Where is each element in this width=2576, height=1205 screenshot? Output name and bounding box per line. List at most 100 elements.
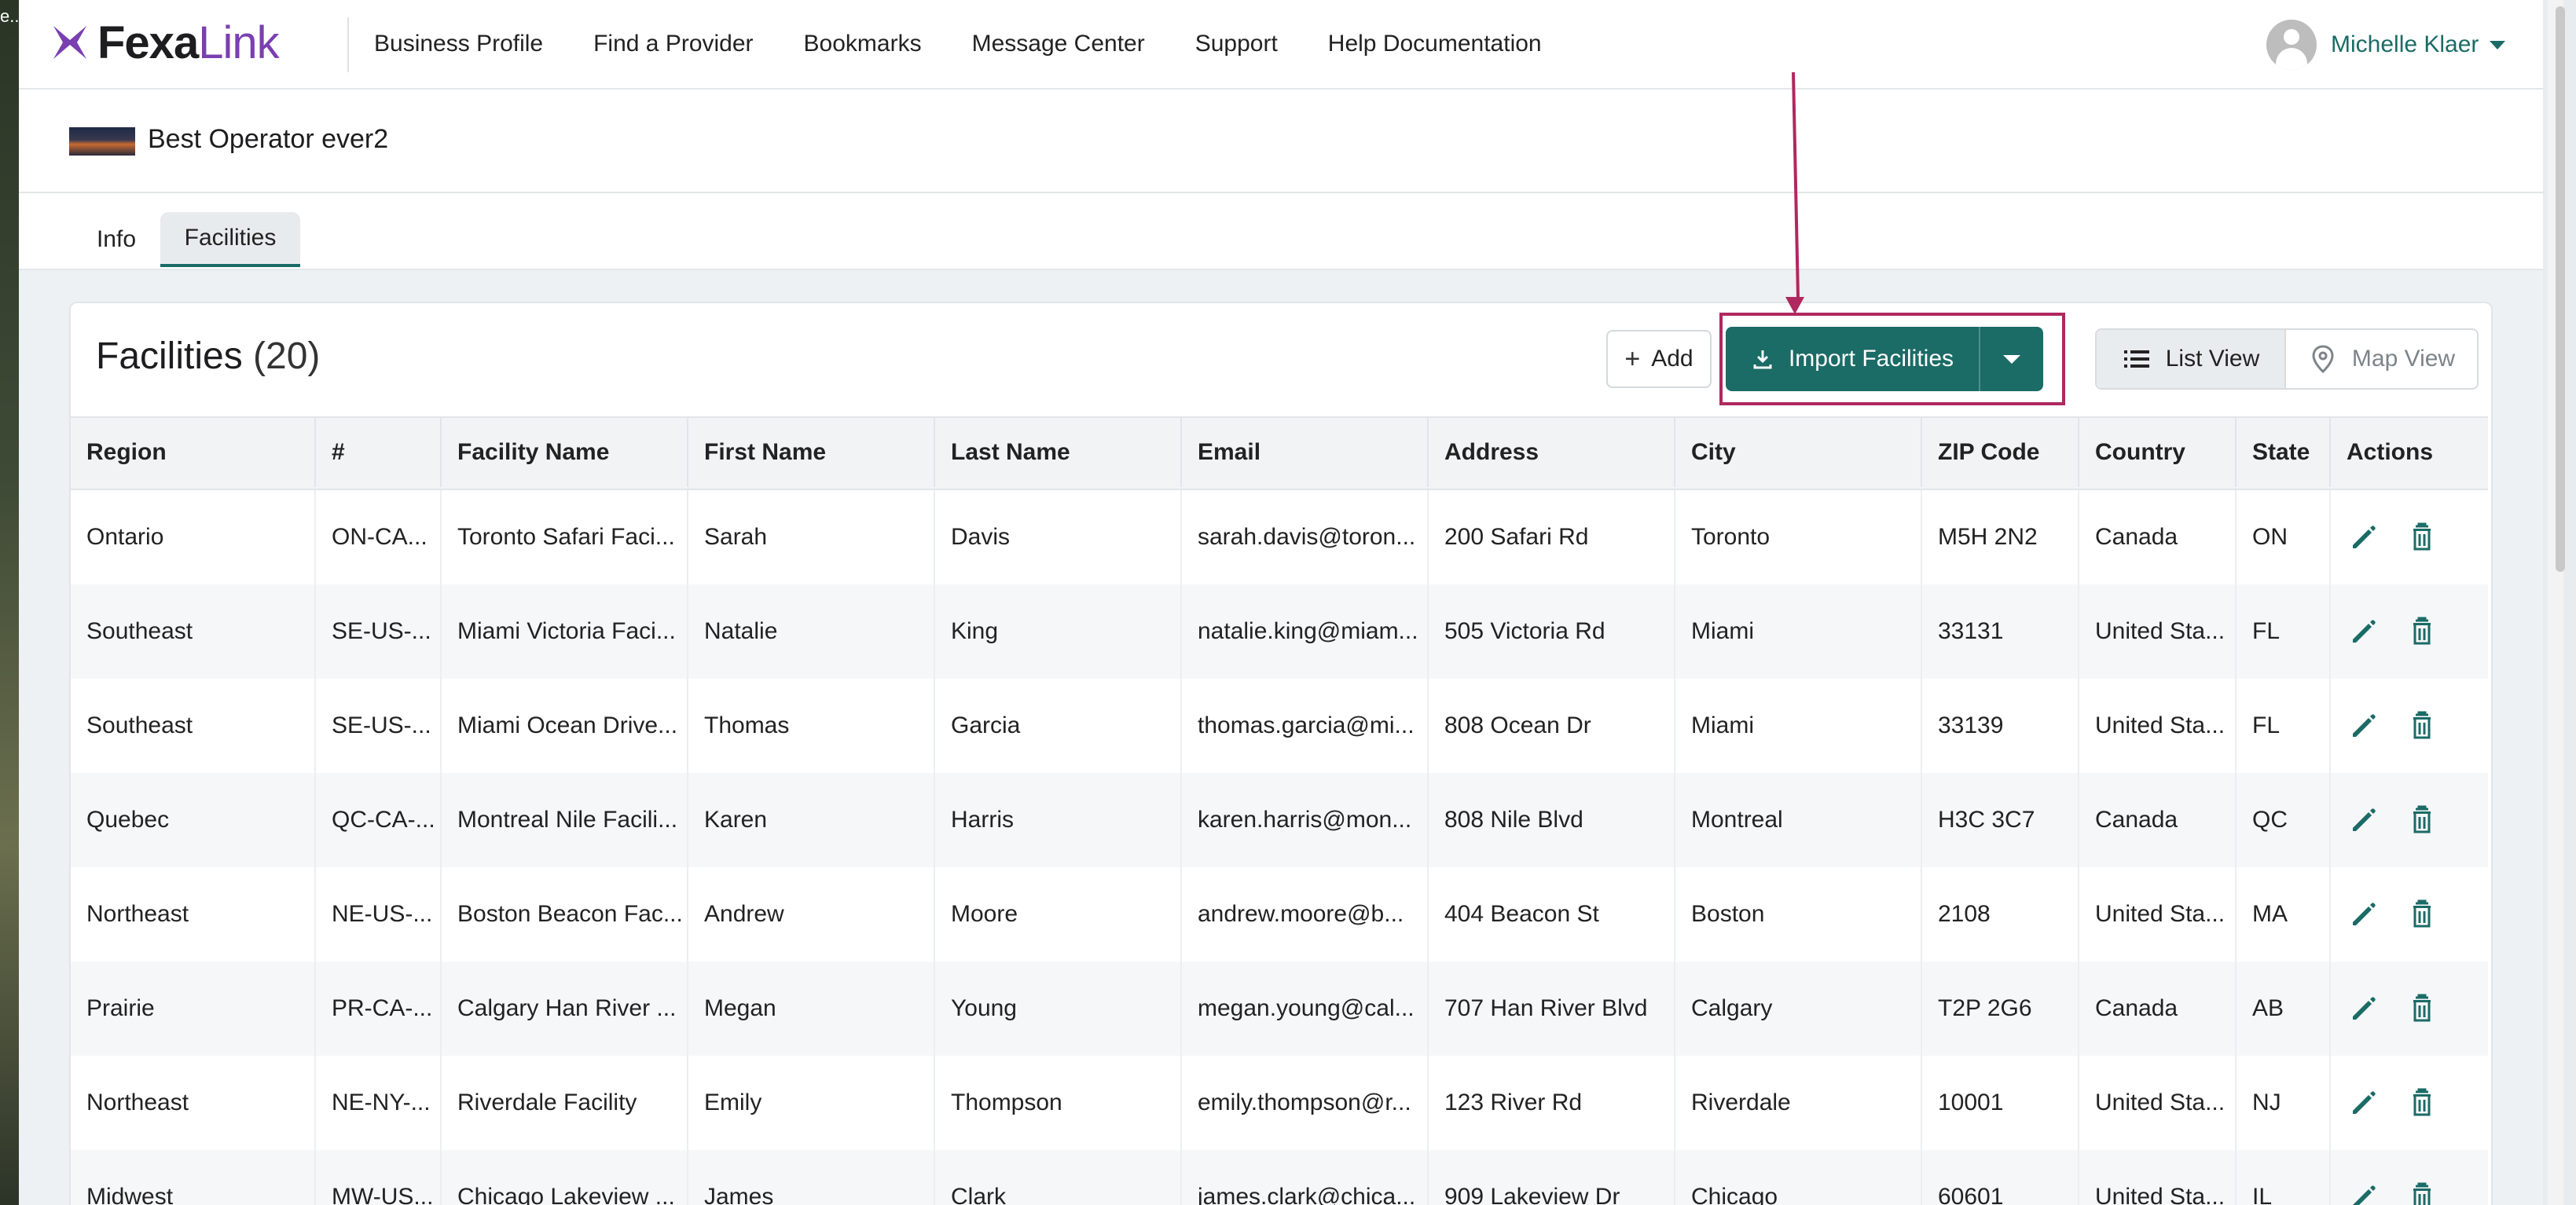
cell-email: thomas.garcia@mi... <box>1182 679 1429 773</box>
cell-number: PR-CA-... <box>316 961 442 1056</box>
col-region[interactable]: Region <box>71 418 316 487</box>
map-view-button[interactable]: Map View <box>2286 330 2477 388</box>
cell-first-name: Natalie <box>688 584 935 679</box>
table-row[interactable]: Northeast NE-NY-... Riverdale Facility Emil… <box>71 1056 2488 1150</box>
col-zip-code[interactable]: ZIP Code <box>1922 418 2079 487</box>
cell-zip-code: 10001 <box>1922 1056 2079 1150</box>
tab-info[interactable]: Info <box>74 212 159 267</box>
edit-pencil-icon[interactable] <box>2348 522 2380 553</box>
nav-find-a-provider[interactable]: Find a Provider <box>593 31 753 57</box>
col-address[interactable]: Address <box>1429 418 1675 487</box>
cell-address: 123 River Rd <box>1429 1056 1675 1150</box>
logo-text-link: Link <box>198 16 279 68</box>
table-row[interactable]: Northeast NE-US-... Boston Beacon Fac... An… <box>71 867 2488 961</box>
user-menu[interactable]: Michelle Klaer <box>2266 19 2506 71</box>
col-number[interactable]: # <box>316 418 442 487</box>
delete-trash-icon[interactable] <box>2406 522 2438 553</box>
cell-city: Calgary <box>1675 961 1922 1056</box>
fexa-x-icon <box>53 26 86 59</box>
delete-trash-icon[interactable] <box>2406 1181 2438 1205</box>
facilities-title: Facilities (20) <box>96 335 320 378</box>
col-email[interactable]: Email <box>1182 418 1429 487</box>
cell-facility-name: Chicago Lakeview ... <box>442 1150 688 1205</box>
delete-trash-icon[interactable] <box>2406 804 2438 836</box>
fexalink-logo[interactable]: Fexa Link <box>49 16 280 68</box>
cell-country: Canada <box>2079 961 2237 1056</box>
edit-pencil-icon[interactable] <box>2348 1087 2380 1119</box>
add-facility-button[interactable]: + Add <box>1606 330 1712 388</box>
cell-last-name: Davis <box>935 490 1182 584</box>
table-body: Ontario ON-CA... Toronto Safari Faci... Sar… <box>71 490 2488 1205</box>
cell-country: United Sta... <box>2079 679 2237 773</box>
delete-trash-icon[interactable] <box>2406 616 2438 647</box>
nav-business-profile[interactable]: Business Profile <box>374 31 543 57</box>
tab-facilities[interactable]: Facilities <box>160 212 300 267</box>
row-actions <box>2331 1150 2488 1205</box>
cell-email: natalie.king@miam... <box>1182 584 1429 679</box>
col-state[interactable]: State <box>2237 418 2331 487</box>
cell-facility-name: Boston Beacon Fac... <box>442 867 688 961</box>
cell-city: Miami <box>1675 584 1922 679</box>
cell-zip-code: M5H 2N2 <box>1922 490 2079 584</box>
delete-trash-icon[interactable] <box>2406 899 2438 930</box>
cell-zip-code: 33131 <box>1922 584 2079 679</box>
annotation-highlight-box <box>1719 313 2065 405</box>
row-actions <box>2331 490 2488 584</box>
cell-state: QC <box>2237 773 2331 867</box>
cell-region: Quebec <box>71 773 316 867</box>
delete-trash-icon[interactable] <box>2406 710 2438 742</box>
col-facility-name[interactable]: Facility Name <box>442 418 688 487</box>
nav-bookmarks[interactable]: Bookmarks <box>804 31 922 57</box>
cell-last-name: Young <box>935 961 1182 1056</box>
table-row[interactable]: Prairie PR-CA-... Calgary Han River ... Meg… <box>71 961 2488 1056</box>
cell-address: 808 Nile Blvd <box>1429 773 1675 867</box>
cell-state: ON <box>2237 490 2331 584</box>
list-view-label: List View <box>2165 346 2260 372</box>
table-row[interactable]: Southeast SE-US-... Miami Victoria Faci...… <box>71 584 2488 679</box>
cell-region: Northeast <box>71 1056 316 1150</box>
cell-first-name: Megan <box>688 961 935 1056</box>
cell-state: MA <box>2237 867 2331 961</box>
table-header: Region # Facility Name First Name Last N… <box>71 416 2488 490</box>
nav-support[interactable]: Support <box>1195 31 1278 57</box>
col-last-name[interactable]: Last Name <box>935 418 1182 487</box>
edit-pencil-icon[interactable] <box>2348 993 2380 1024</box>
main-nav-links: Business Profile Find a Provider Bookmar… <box>374 0 1542 88</box>
cell-city: Toronto <box>1675 490 1922 584</box>
delete-trash-icon[interactable] <box>2406 993 2438 1024</box>
cell-city: Chicago <box>1675 1150 1922 1205</box>
edit-pencil-icon[interactable] <box>2348 710 2380 742</box>
scrollbar-thumb[interactable] <box>2556 6 2565 572</box>
list-view-button[interactable]: List View <box>2097 330 2287 388</box>
cell-city: Boston <box>1675 867 1922 961</box>
cell-email: emily.thompson@r... <box>1182 1056 1429 1150</box>
table-row[interactable]: Quebec QC-CA-... Montreal Nile Facili... Ka… <box>71 773 2488 867</box>
cell-email: karen.harris@mon... <box>1182 773 1429 867</box>
cell-state: NJ <box>2237 1056 2331 1150</box>
table-row[interactable]: Southeast SE-US-... Miami Ocean Drive... Th… <box>71 679 2488 773</box>
cell-country: United Sta... <box>2079 1056 2237 1150</box>
cell-city: Miami <box>1675 679 1922 773</box>
edit-pencil-icon[interactable] <box>2348 804 2380 836</box>
nav-message-center[interactable]: Message Center <box>972 31 1145 57</box>
cell-number: NE-NY-... <box>316 1056 442 1150</box>
cell-email: james.clark@chica... <box>1182 1150 1429 1205</box>
col-city[interactable]: City <box>1675 418 1922 487</box>
cell-zip-code: 33139 <box>1922 679 2079 773</box>
edit-pencil-icon[interactable] <box>2348 616 2380 647</box>
edit-pencil-icon[interactable] <box>2348 1181 2380 1205</box>
nav-help-documentation[interactable]: Help Documentation <box>1328 31 1542 57</box>
delete-trash-icon[interactable] <box>2406 1087 2438 1119</box>
table-row[interactable]: Midwest MW-US... Chicago Lakeview ... James… <box>71 1150 2488 1205</box>
table-row[interactable]: Ontario ON-CA... Toronto Safari Faci... Sar… <box>71 490 2488 584</box>
nav-divider <box>347 17 349 72</box>
cell-state: AB <box>2237 961 2331 1056</box>
row-actions <box>2331 584 2488 679</box>
col-first-name[interactable]: First Name <box>688 418 935 487</box>
col-country[interactable]: Country <box>2079 418 2237 487</box>
scrollbar-track[interactable] <box>2548 0 2565 1205</box>
edit-pencil-icon[interactable] <box>2348 899 2380 930</box>
facilities-title-text: Facilities <box>96 335 243 377</box>
cell-state: FL <box>2237 584 2331 679</box>
cell-first-name: Andrew <box>688 867 935 961</box>
